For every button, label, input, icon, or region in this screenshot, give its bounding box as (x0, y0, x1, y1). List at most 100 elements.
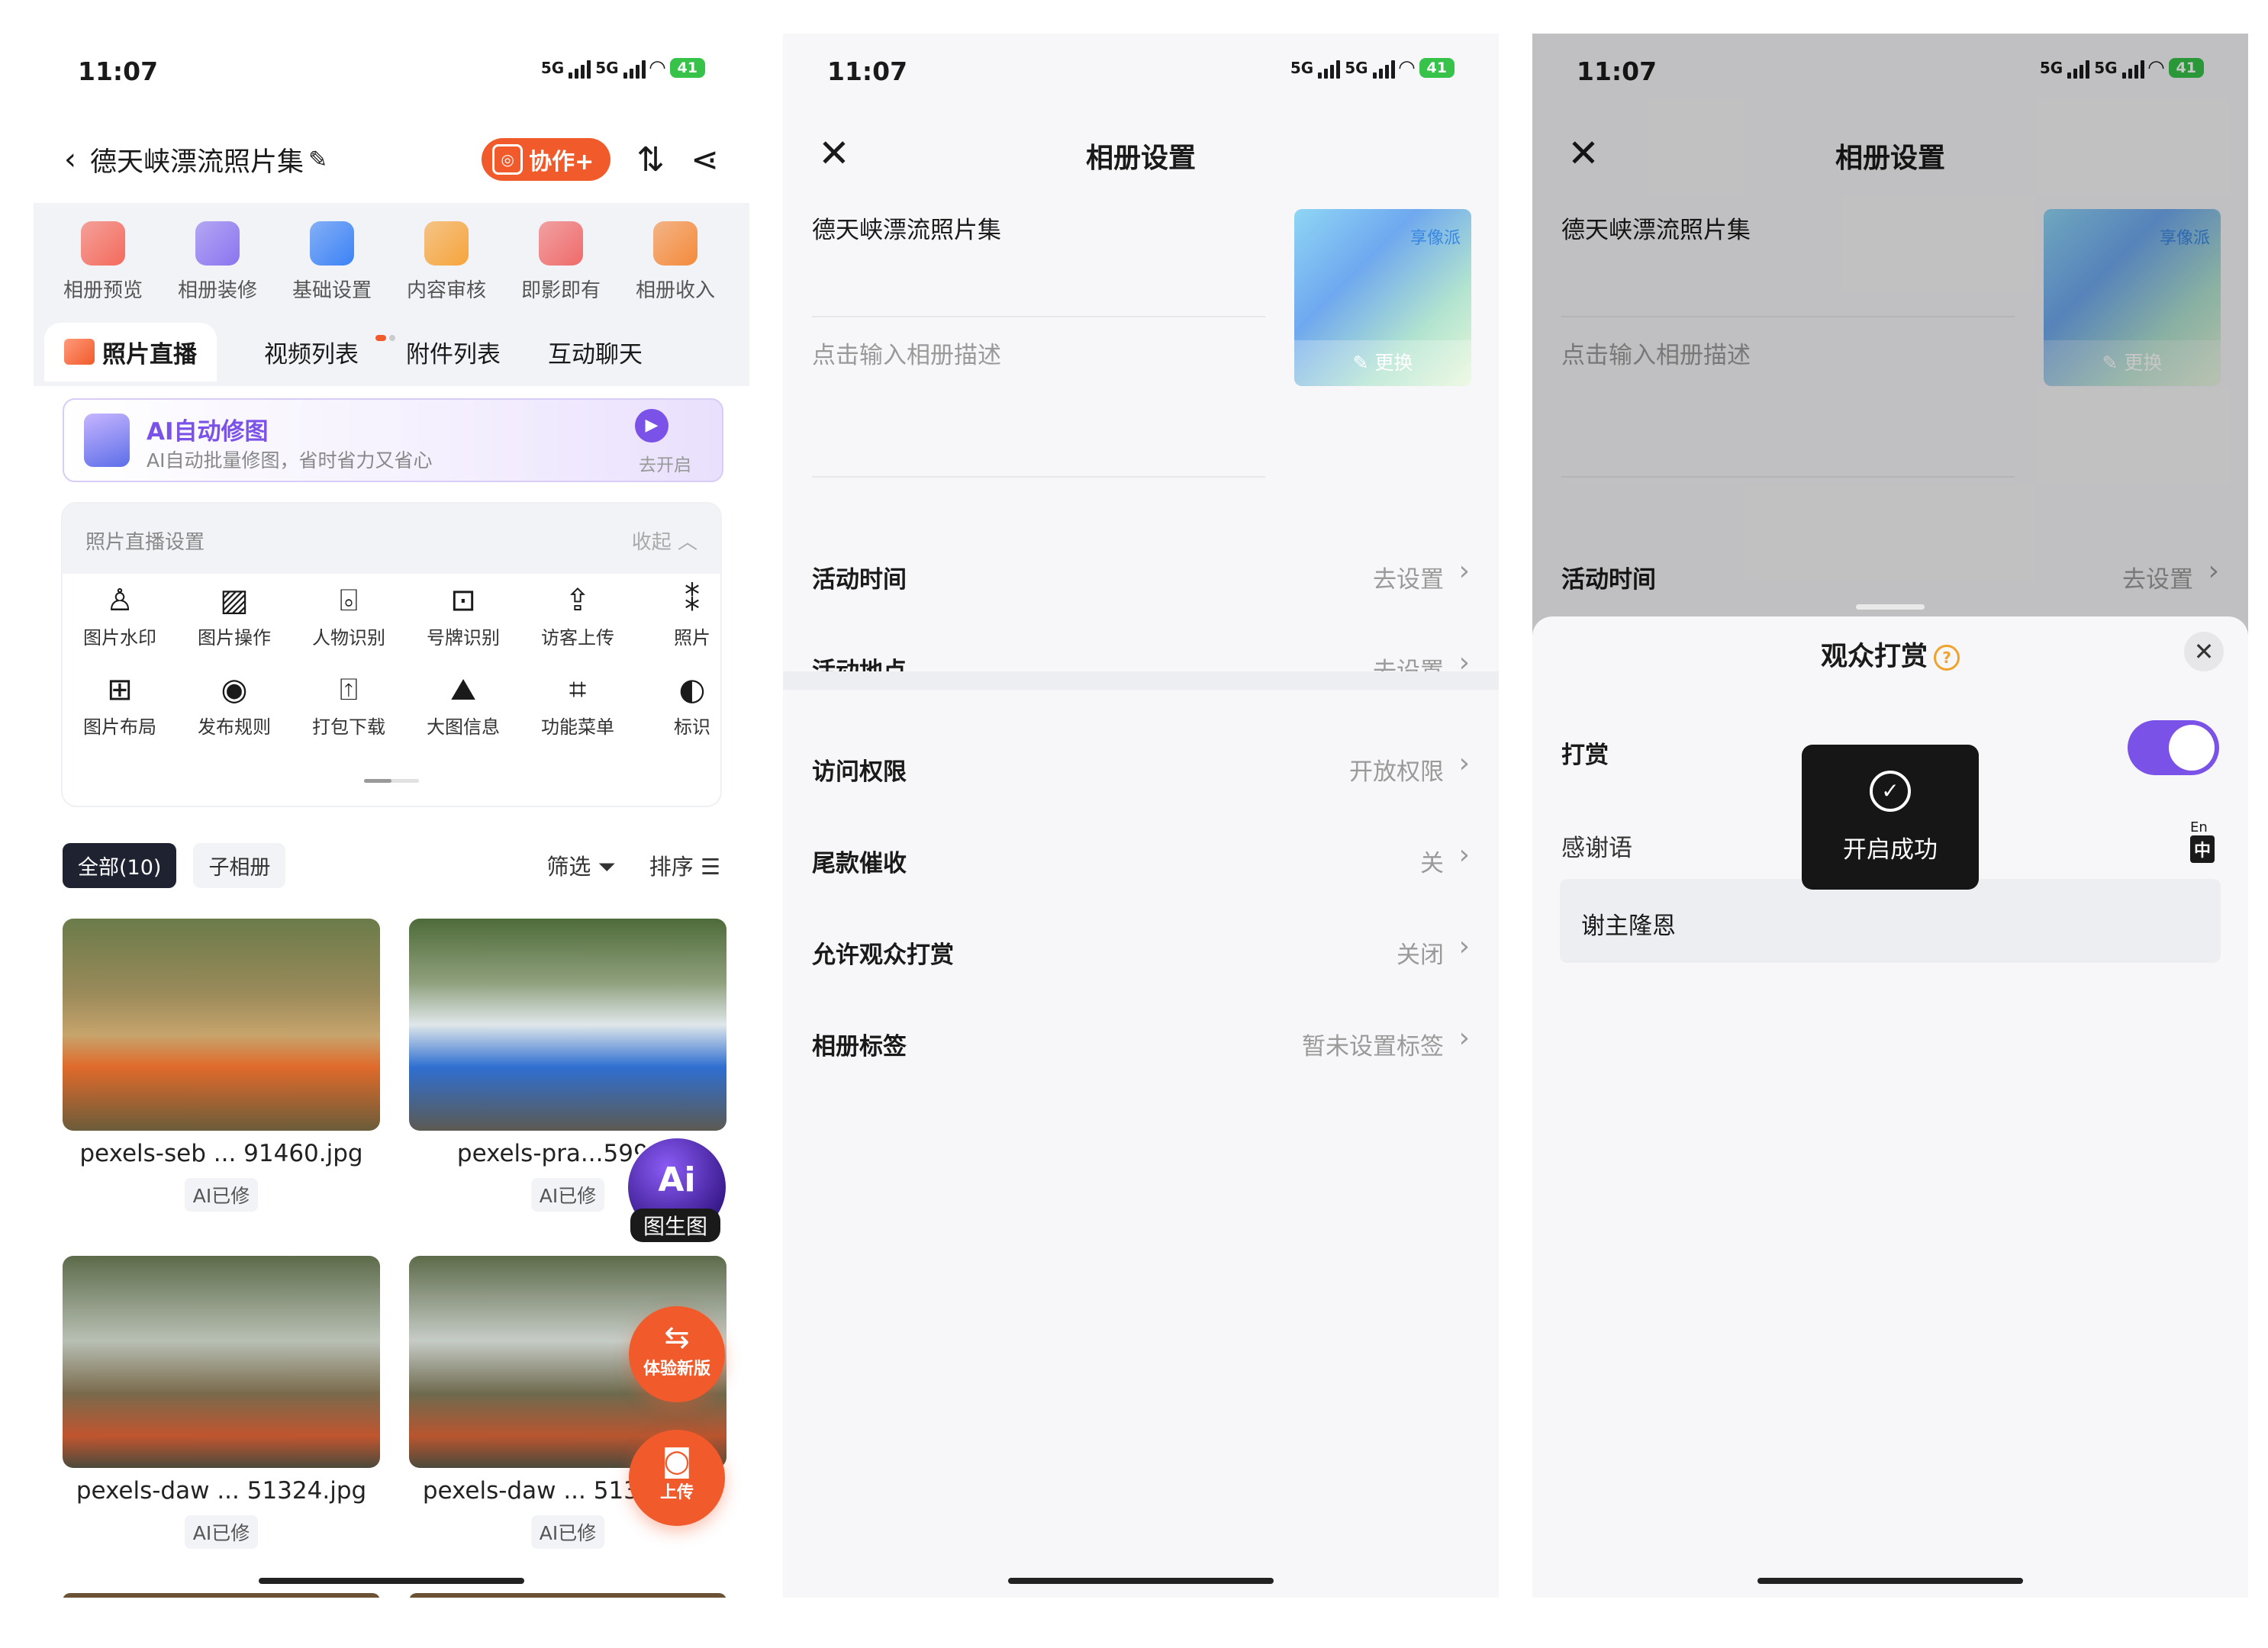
setting-icon: ⍐ (340, 672, 358, 707)
settings-grid-item[interactable]: ⌗ 功能菜单 (520, 672, 635, 739)
setting-label: 号牌识别 (427, 627, 500, 649)
change-cover-button[interactable]: ✎ 更换 (1294, 340, 1471, 386)
tool-label: 相册装修 (177, 279, 257, 302)
divider (812, 316, 1265, 317)
tool-item[interactable]: 相册装修 (160, 203, 275, 317)
status-time: 11:07 (827, 56, 908, 86)
filter-sub-album[interactable]: 子相册 (193, 842, 286, 888)
setting-label: 图片布局 (83, 716, 156, 738)
tab-photo-live[interactable]: 照片直播 (44, 322, 217, 381)
collaborate-button[interactable]: ◎ 协作+ (482, 138, 611, 181)
language-switch-icon[interactable]: En 中 (2189, 819, 2215, 863)
chevron-right-icon: › (1458, 1022, 1470, 1054)
status-bar: 11:07 5G 5G ◠ 41 (783, 34, 1499, 110)
settings-row[interactable]: 允许观众打赏 关闭 › (783, 908, 1499, 992)
tool-item[interactable]: 内容审核 (389, 203, 504, 317)
tab-chat[interactable]: 互动聊天 (548, 335, 643, 369)
settings-grid-item[interactable]: ♙ 图片水印 (63, 583, 177, 649)
filter-button[interactable]: 筛选 ⏷ (546, 849, 615, 881)
chevron-left-icon[interactable]: ‹ (64, 142, 76, 177)
photo-thumbnail[interactable] (409, 919, 726, 1131)
settings-grid-item[interactable]: ⛰ 大图信息 (406, 672, 520, 739)
settings-row[interactable]: 尾款催收 关 › (783, 816, 1499, 900)
settings-grid: ♙ 图片水印 ▨ 图片操作 ⌻ 人物识别 ⊡ 号牌识别 ⇪ 访客上传 ⁑ 照片 ⊞ 图片布局 ◉ 发布规则 ⍐ 打… (63, 583, 720, 739)
sort-button[interactable]: 排序 ☰ (649, 849, 720, 881)
network-label: 5G (1290, 59, 1314, 77)
section-divider (783, 671, 1499, 690)
divider (812, 476, 1265, 478)
settings-grid-item[interactable]: ⁑ 照片 (635, 583, 749, 649)
photo-filename: pexels-daw ... 51324.jpg (76, 1477, 367, 1505)
settings-row[interactable]: 相册标签 暂未设置标签 › (783, 999, 1499, 1083)
album-description-field[interactable]: 点击输入相册描述 (812, 336, 1001, 370)
setting-icon: ⇪ (565, 583, 591, 618)
photo-card[interactable]: pexels-seb ... 91460.jpg AI已修 (63, 919, 380, 1212)
setting-label: 发布规则 (198, 716, 271, 738)
home-indicator[interactable] (1757, 1578, 2023, 1584)
thanks-message-input[interactable]: 谢主隆恩 (1560, 879, 2221, 963)
reward-toggle[interactable] (2128, 720, 2219, 775)
ai-retouched-badge: AI已修 (185, 1178, 258, 1212)
tool-item[interactable]: 基础设置 (275, 203, 389, 317)
photo-thumbnail[interactable] (63, 1593, 380, 1598)
tab-bar: 照片直播 视频列表 附件列表 互动聊天 (34, 317, 749, 386)
edit-icon[interactable]: ✎ (308, 146, 327, 173)
settings-row[interactable]: 访问权限 开放权限 › (783, 725, 1499, 809)
try-new-version-button[interactable]: ⇆ 体验新版 (629, 1306, 725, 1402)
setting-label: 打包下载 (312, 716, 385, 738)
settings-header: ✕ 相册设置 (783, 125, 1499, 186)
chevron-right-icon: › (1458, 931, 1470, 962)
toolbar: 相册预览 相册装修 基础设置 内容审核 即影即有 相册收入 (34, 203, 749, 317)
chevron-right-icon: › (1458, 555, 1470, 587)
tool-item[interactable]: 即影即有 (504, 203, 618, 317)
sort-icon[interactable]: ⇅ (636, 140, 665, 179)
play-icon[interactable]: ▶ (635, 409, 668, 443)
tool-icon (539, 221, 583, 266)
edit-icon: ✎ (1352, 352, 1369, 374)
album-name-field[interactable]: 德天峡漂流照片集 (812, 211, 1001, 245)
upload-button[interactable]: ◙ 上传 (629, 1430, 725, 1526)
chevron-right-icon: › (1458, 839, 1470, 871)
cover-brand-label: 享像派 (1409, 229, 1461, 248)
share-icon[interactable]: ⋖ (691, 140, 719, 179)
album-title[interactable]: 德天峡漂流照片集 (90, 140, 304, 179)
ai-banner-action[interactable]: 去开启 (639, 450, 691, 476)
photo-card[interactable]: pexels-daw ... 51324.jpg AI已修 (63, 1256, 380, 1549)
sheet-drag-handle[interactable] (1856, 604, 1925, 610)
tool-item[interactable]: 相册收入 (618, 203, 733, 317)
settings-row[interactable]: 活动地点去设置› (783, 624, 1499, 708)
settings-grid-item[interactable]: ▨ 图片操作 (177, 583, 292, 649)
home-indicator[interactable] (259, 1578, 524, 1584)
settings-grid-item[interactable]: ⊡ 号牌识别 (406, 583, 520, 649)
row-value: 去设置 (1373, 566, 1444, 594)
settings-grid-item[interactable]: ◉ 发布规则 (177, 672, 292, 739)
settings-grid-item[interactable]: ⇪ 访客上传 (520, 583, 635, 649)
signal-icon (623, 57, 646, 79)
network-label: 5G (540, 59, 565, 77)
tab-attachment-list[interactable]: 附件列表 (406, 335, 501, 369)
photo-thumbnail[interactable] (63, 919, 380, 1131)
collapse-button[interactable]: 收起 ︿ (632, 526, 697, 555)
tab-video-list[interactable]: 视频列表 (264, 335, 359, 369)
home-indicator[interactable] (1008, 1578, 1274, 1584)
photo-card[interactable] (409, 1593, 726, 1598)
album-cover[interactable]: 享像派 ✎ 更换 (1294, 209, 1471, 386)
photo-icon (64, 339, 95, 365)
close-icon[interactable]: ✕ (2184, 632, 2224, 671)
tool-label: 基础设置 (292, 279, 372, 302)
modal-backdrop[interactable] (1532, 34, 2248, 644)
photo-thumbnail[interactable] (409, 1593, 726, 1598)
help-icon[interactable]: ? (1934, 645, 1960, 671)
tool-item[interactable]: 相册预览 (46, 203, 160, 317)
ai-retouch-banner[interactable]: AI自动修图 AI自动批量修图，省时省力又省心 ▶ 去开启 (63, 398, 723, 482)
reward-settings-sheet-screen: 11:07 5G 5G ◠ 41 ✕ 相册设置 德天峡漂流照片集 点击输入相册描… (1532, 34, 2248, 1598)
image-to-image-button[interactable]: Ai 图生图 (626, 1136, 728, 1243)
filter-all[interactable]: 全部(10) (63, 842, 177, 888)
settings-grid-item[interactable]: ◐ 标识 (635, 672, 749, 739)
settings-grid-item[interactable]: ⍐ 打包下载 (292, 672, 406, 739)
settings-row[interactable]: 活动时间 去设置 › (783, 533, 1499, 616)
settings-grid-item[interactable]: ⊞ 图片布局 (63, 672, 177, 739)
settings-grid-item[interactable]: ⌻ 人物识别 (292, 583, 406, 649)
photo-card[interactable] (63, 1593, 380, 1598)
photo-thumbnail[interactable] (63, 1256, 380, 1468)
